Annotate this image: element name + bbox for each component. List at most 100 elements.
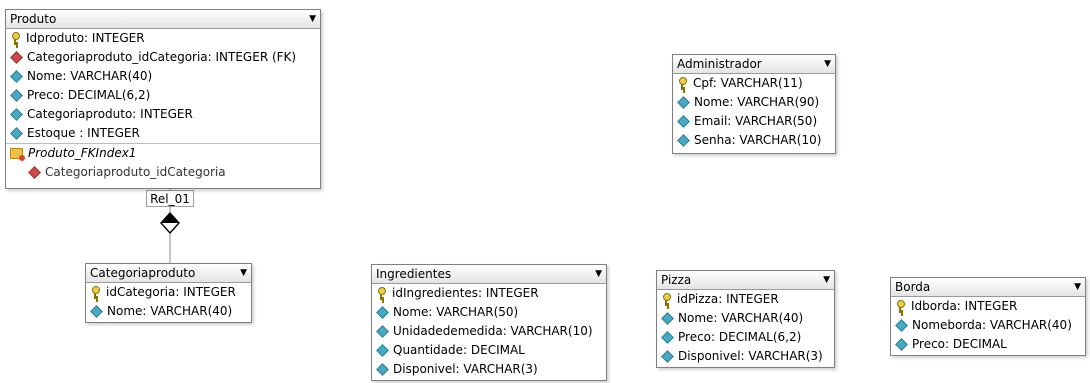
attribute-icon (677, 115, 690, 128)
field-row[interactable]: Preco: DECIMAL (891, 335, 1085, 354)
field-label: Nome: VARCHAR(40) (678, 311, 804, 325)
field-row[interactable]: Nomeborda: VARCHAR(40) (891, 316, 1085, 335)
chevron-down-icon[interactable]: ▼ (824, 55, 831, 73)
index-folder-icon (10, 148, 25, 161)
foreign-key-icon (28, 166, 41, 179)
field-label: Estoque : INTEGER (27, 126, 140, 140)
attribute-icon (10, 108, 23, 121)
field-row[interactable]: Email: VARCHAR(50) (673, 112, 835, 131)
primary-key-icon (677, 77, 688, 90)
index-column-label: Categoriaproduto_idCategoria (45, 165, 226, 179)
entity-title: Categoriaproduto (90, 266, 196, 280)
field-row[interactable]: Categoriaproduto: INTEGER (6, 105, 320, 124)
attribute-icon (10, 70, 23, 83)
chevron-down-icon[interactable]: ▼ (1074, 278, 1081, 296)
primary-key-icon (10, 32, 21, 45)
chevron-down-icon[interactable]: ▼ (240, 264, 247, 282)
primary-key-icon (661, 293, 672, 306)
attribute-icon (895, 338, 908, 351)
entity-produto[interactable]: Produto ▼ Idproduto: INTEGER Categoriapr… (5, 9, 321, 189)
field-row[interactable]: Unidadedemedida: VARCHAR(10) (372, 322, 606, 341)
attribute-icon (661, 350, 674, 363)
entity-header[interactable]: Administrador ▼ (673, 55, 835, 74)
field-label: Preco: DECIMAL(6,2) (678, 330, 802, 344)
field-row[interactable]: Nome: VARCHAR(40) (657, 309, 834, 328)
attribute-icon (895, 319, 908, 332)
chevron-down-icon[interactable]: ▼ (309, 10, 316, 28)
field-row[interactable]: Senha: VARCHAR(10) (673, 131, 835, 150)
entity-categoriaproduto[interactable]: Categoriaproduto ▼ idCategoria: INTEGER … (85, 263, 252, 323)
field-row[interactable]: Disponivel: VARCHAR(3) (372, 360, 606, 379)
entity-ingredientes[interactable]: Ingredientes ▼ idIngredientes: INTEGER N… (371, 264, 607, 381)
attribute-icon (677, 96, 690, 109)
field-label: Nome: VARCHAR(40) (107, 304, 233, 318)
attribute-icon (10, 127, 23, 140)
entity-title: Ingredientes (376, 267, 452, 281)
field-label: Idborda: INTEGER (911, 299, 1018, 313)
index-row[interactable]: Produto_FKIndex1 (6, 143, 320, 163)
entity-title: Pizza (661, 273, 692, 287)
field-label: Preco: DECIMAL(6,2) (27, 88, 151, 102)
entity-header[interactable]: Pizza ▼ (657, 271, 834, 290)
field-label: Quantidade: DECIMAL (393, 343, 525, 357)
index-column-row[interactable]: Categoriaproduto_idCategoria (6, 163, 320, 182)
attribute-icon (90, 305, 103, 318)
field-label: Nome: VARCHAR(50) (393, 305, 519, 319)
field-label: idPizza: INTEGER (677, 292, 779, 306)
field-row[interactable]: idPizza: INTEGER (657, 290, 834, 309)
field-row[interactable]: Categoriaproduto_idCategoria: INTEGER (F… (6, 48, 320, 67)
field-row[interactable]: Nome: VARCHAR(40) (86, 302, 251, 321)
field-row[interactable]: Estoque : INTEGER (6, 124, 320, 143)
field-row[interactable]: Cpf: VARCHAR(11) (673, 74, 835, 93)
attribute-icon (376, 306, 389, 319)
field-label: Cpf: VARCHAR(11) (693, 76, 803, 90)
entity-header[interactable]: Borda ▼ (891, 278, 1085, 297)
attribute-icon (677, 134, 690, 147)
field-label: idIngredientes: INTEGER (392, 286, 539, 300)
attribute-icon (661, 312, 674, 325)
attribute-icon (376, 344, 389, 357)
relationship-diamond-fill (161, 213, 179, 223)
field-row[interactable]: idCategoria: INTEGER (86, 283, 251, 302)
entity-title: Borda (895, 280, 931, 294)
primary-key-icon (895, 300, 906, 313)
field-label: Unidadedemedida: VARCHAR(10) (393, 324, 593, 338)
field-row[interactable]: Disponivel: VARCHAR(3) (657, 347, 834, 366)
chevron-down-icon[interactable]: ▼ (595, 265, 602, 283)
field-label: Disponivel: VARCHAR(3) (393, 362, 538, 376)
entity-administrador[interactable]: Administrador ▼ Cpf: VARCHAR(11) Nome: V… (672, 54, 836, 154)
field-label: Disponivel: VARCHAR(3) (678, 349, 823, 363)
entity-title: Produto (10, 12, 57, 26)
field-row[interactable]: Preco: DECIMAL(6,2) (6, 86, 320, 105)
field-label: Email: VARCHAR(50) (694, 114, 818, 128)
entity-header[interactable]: Produto ▼ (6, 10, 320, 29)
relationship-label[interactable]: Rel_01 (146, 190, 194, 207)
field-row[interactable]: idIngredientes: INTEGER (372, 284, 606, 303)
entity-header[interactable]: Ingredientes ▼ (372, 265, 606, 284)
index-name: Produto_FKIndex1 (28, 146, 137, 160)
field-row[interactable]: Nome: VARCHAR(40) (6, 67, 320, 86)
field-label: Nome: VARCHAR(40) (27, 69, 153, 83)
field-label: Preco: DECIMAL (912, 337, 1007, 351)
field-label: idCategoria: INTEGER (106, 285, 236, 299)
attribute-icon (10, 89, 23, 102)
entity-header[interactable]: Categoriaproduto ▼ (86, 264, 251, 283)
entity-title: Administrador (677, 57, 762, 71)
chevron-down-icon[interactable]: ▼ (823, 271, 830, 289)
field-label: Nome: VARCHAR(90) (694, 95, 820, 109)
entity-borda[interactable]: Borda ▼ Idborda: INTEGER Nomeborda: VARC… (890, 277, 1086, 356)
field-row[interactable]: Quantidade: DECIMAL (372, 341, 606, 360)
field-row[interactable]: Nome: VARCHAR(90) (673, 93, 835, 112)
field-label: Idproduto: INTEGER (26, 31, 145, 45)
attribute-icon (661, 331, 674, 344)
foreign-key-icon (10, 51, 23, 64)
entity-pizza[interactable]: Pizza ▼ idPizza: INTEGER Nome: VARCHAR(4… (656, 270, 835, 368)
primary-key-icon (90, 286, 101, 299)
field-label: Senha: VARCHAR(10) (694, 133, 822, 147)
field-row[interactable]: Nome: VARCHAR(50) (372, 303, 606, 322)
field-row[interactable]: Preco: DECIMAL(6,2) (657, 328, 834, 347)
field-row[interactable]: Idproduto: INTEGER (6, 29, 320, 48)
attribute-icon (376, 363, 389, 376)
field-label: Nomeborda: VARCHAR(40) (912, 318, 1072, 332)
field-row[interactable]: Idborda: INTEGER (891, 297, 1085, 316)
